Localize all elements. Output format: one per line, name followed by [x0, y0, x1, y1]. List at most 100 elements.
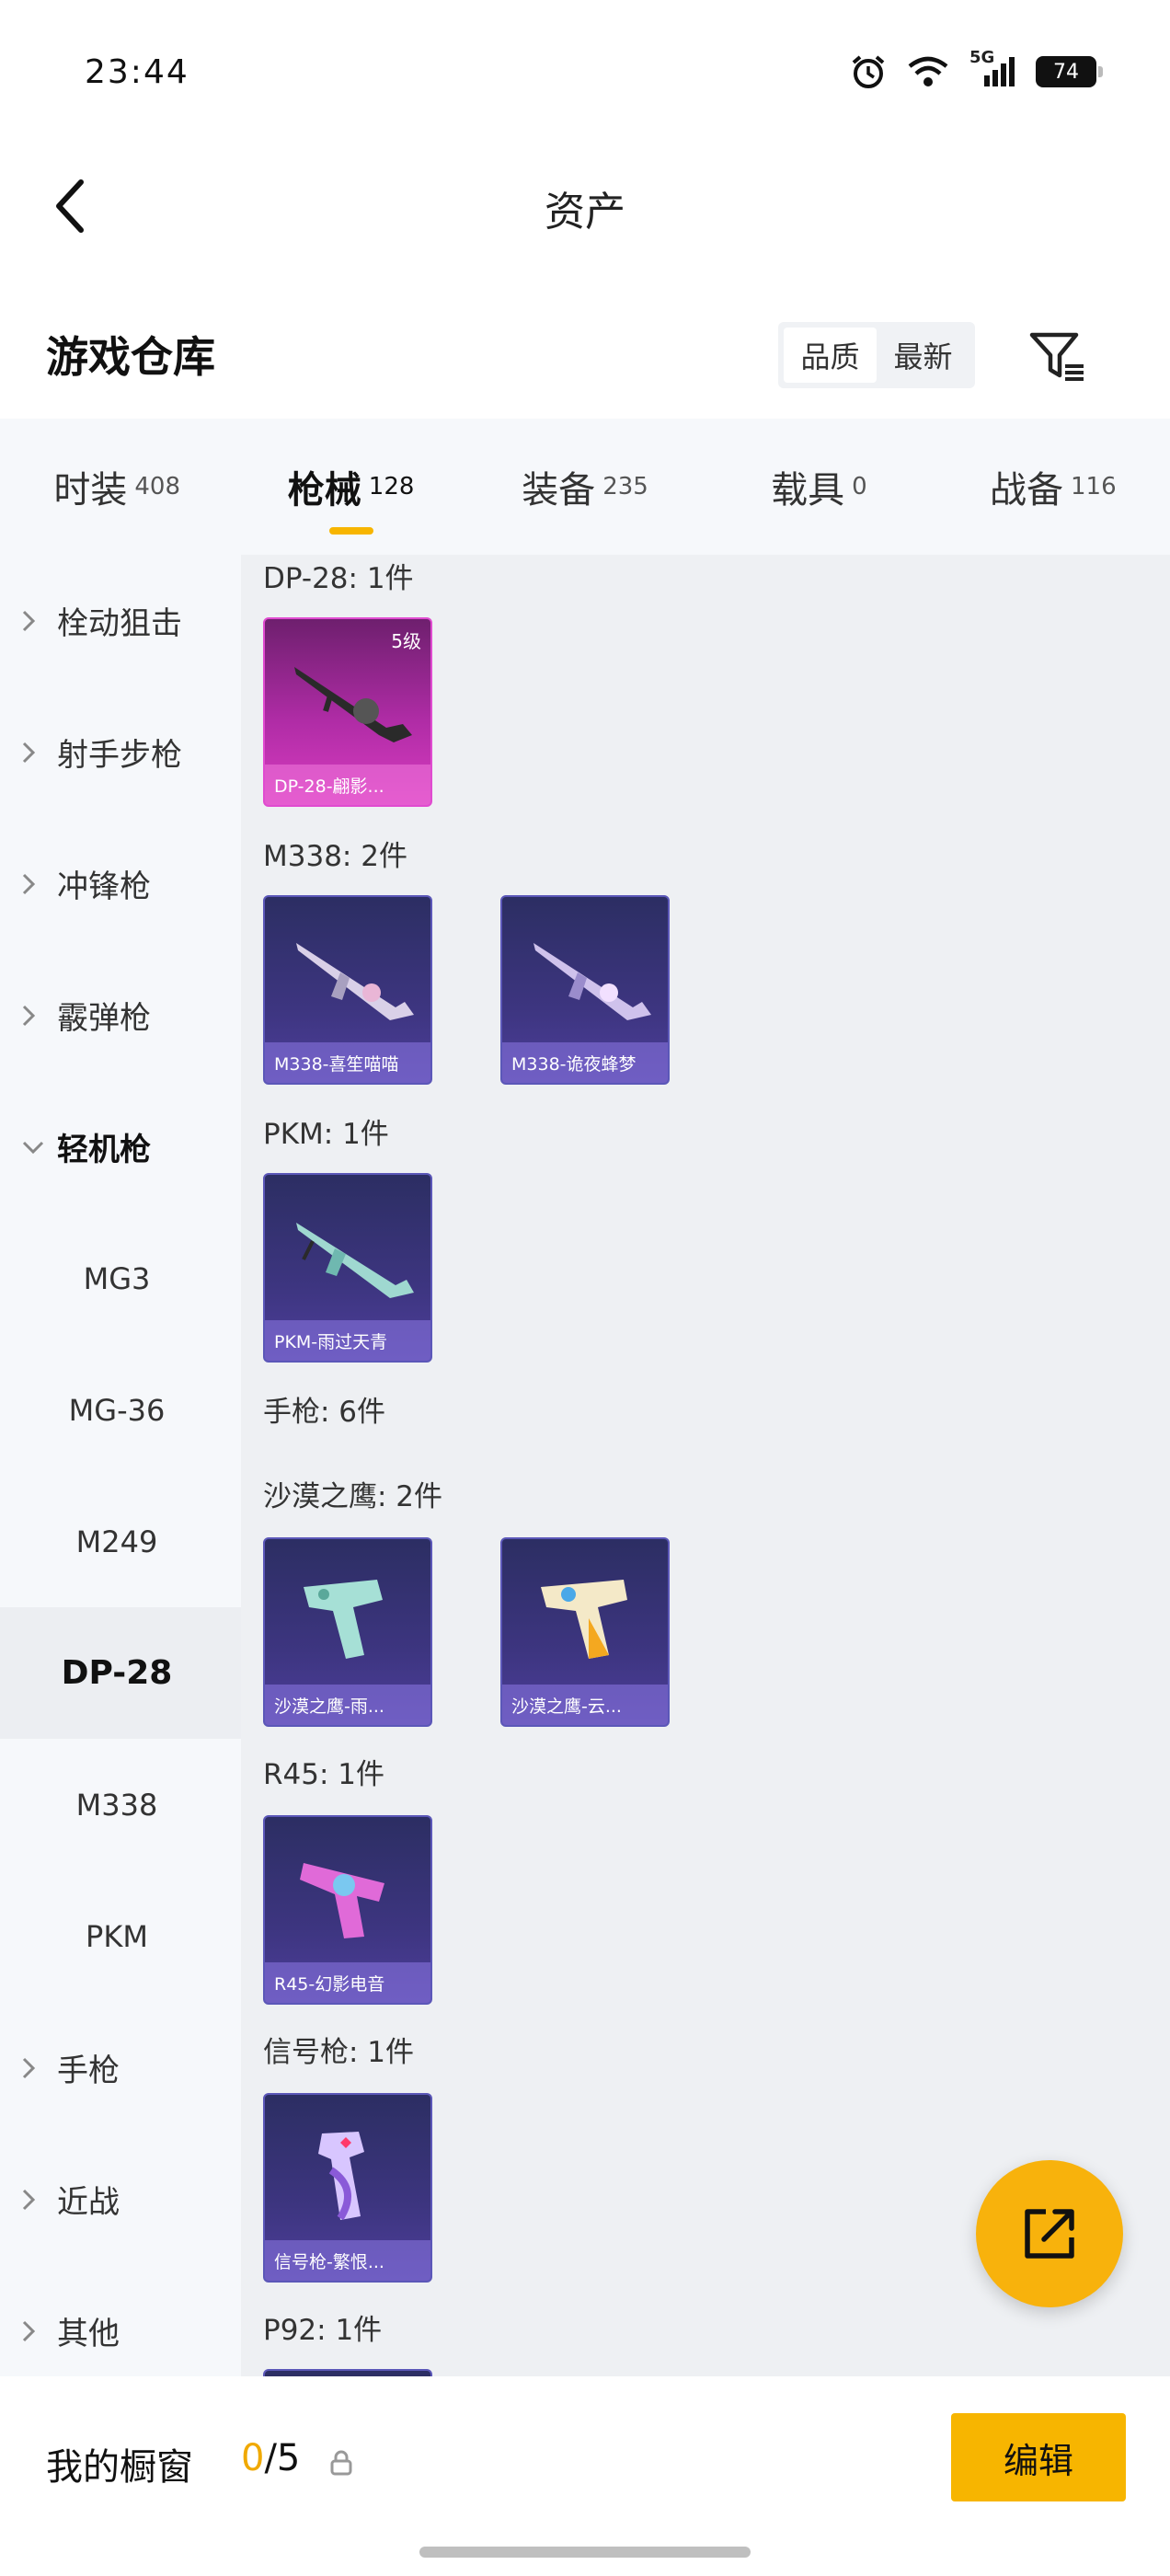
alarm-icon	[850, 53, 887, 90]
sidebar-item-bolt-sniper[interactable]: 栓动狙击	[0, 555, 241, 686]
pistol-skin-image	[541, 1580, 627, 1659]
lmg-skin-image	[296, 1223, 414, 1298]
sidebar-item-label: 近战	[57, 2184, 120, 2221]
status-bar: 23:44 5G 74	[0, 0, 1170, 147]
tab-vehicles[interactable]: 载具 0	[702, 419, 935, 555]
lock-icon	[330, 2450, 352, 2476]
weapon-card-caption: 沙漠之鹰-云...	[502, 1685, 668, 1725]
showcase-current: 0	[241, 2437, 265, 2479]
share-button[interactable]	[976, 2160, 1123, 2307]
chevron-right-icon	[22, 1005, 44, 1027]
chevron-right-icon	[22, 873, 44, 895]
sidebar-item-m338[interactable]: M338	[0, 1739, 241, 1870]
sidebar-item-mg3[interactable]: MG3	[0, 1213, 241, 1344]
sidebar-item-dp28[interactable]: DP-28	[0, 1607, 241, 1739]
weapon-card[interactable]: 5级 DP-28-翩影...	[263, 617, 432, 807]
showcase-total: /5	[264, 2437, 301, 2479]
weapon-card-caption: M338-喜笙喵喵	[265, 1042, 430, 1083]
warehouse-title: 游戏仓库	[46, 332, 215, 382]
tab-supplies[interactable]: 战备 116	[936, 419, 1170, 555]
wifi-icon	[907, 55, 949, 88]
showcase-count: 0/5	[241, 2437, 300, 2479]
tab-count: 128	[368, 473, 415, 500]
group-title: PKM: 1件	[263, 1118, 389, 1151]
sidebar-item-pkm[interactable]: PKM	[0, 1870, 241, 2002]
group-title: M338: 2件	[263, 840, 407, 873]
tab-label: 战备	[990, 469, 1063, 512]
group-title: 沙漠之鹰: 2件	[263, 1480, 443, 1513]
lmg-skin-image	[294, 667, 412, 742]
weapon-card[interactable]	[263, 2369, 432, 2376]
category-tabs: 时装 408 枪械 128 装备 235 载具 0 战备 116	[0, 419, 1170, 555]
weapon-category-sidebar: 栓动狙击 射手步枪 冲锋枪 霰弹枪 轻机枪 MG3 MG-36 M249 DP-…	[0, 555, 241, 2376]
share-icon	[1025, 2209, 1074, 2259]
weapon-card[interactable]: R45-幻影电音	[263, 1815, 432, 2005]
sidebar-item-shotgun[interactable]: 霰弹枪	[0, 949, 241, 1081]
sidebar-item-label: 射手步枪	[57, 737, 182, 774]
weapon-card[interactable]: PKM-雨过天青	[263, 1173, 432, 1363]
status-time: 23:44	[85, 53, 189, 91]
lmg-skin-image	[296, 943, 414, 1020]
chevron-down-icon	[22, 1141, 44, 1154]
filter-button[interactable]	[1021, 322, 1095, 392]
weapon-card-caption: M338-诡夜蜂梦	[502, 1042, 668, 1083]
status-icons: 5G 74	[850, 48, 1103, 90]
chevron-right-icon	[22, 2189, 44, 2211]
sidebar-item-mg36[interactable]: MG-36	[0, 1344, 241, 1476]
sidebar-item-pistol[interactable]: 手枪	[0, 2002, 241, 2133]
weapon-card-caption: 沙漠之鹰-雨...	[265, 1685, 430, 1725]
warehouse-bar: 游戏仓库 品质 最新	[0, 294, 1170, 414]
weapon-card-caption: R45-幻影电音	[265, 1962, 430, 2003]
tab-label: 装备	[522, 469, 596, 512]
sidebar-item-label: 冲锋枪	[57, 868, 151, 905]
sidebar-item-marksman-rifle[interactable]: 射手步枪	[0, 686, 241, 818]
tab-count: 408	[134, 473, 181, 500]
flare-gun-skin-image	[318, 2132, 364, 2221]
showcase-bar: 我的橱窗 0/5 编辑	[0, 2376, 1170, 2576]
chevron-right-icon	[22, 742, 44, 764]
group-title: 手枪: 6件	[263, 1396, 386, 1429]
sidebar-item-smg[interactable]: 冲锋枪	[0, 818, 241, 949]
tab-firearms[interactable]: 枪械 128	[234, 419, 467, 555]
tab-label: 时装	[53, 469, 128, 512]
weapon-card[interactable]: 沙漠之鹰-云...	[500, 1537, 670, 1727]
group-title: R45: 1件	[263, 1758, 385, 1791]
sidebar-item-melee[interactable]: 近战	[0, 2133, 241, 2265]
sidebar-item-label: 栓动狙击	[57, 605, 182, 642]
pistol-skin-image	[300, 1863, 384, 1938]
group-title: P92: 1件	[263, 2314, 383, 2347]
sidebar-item-label: 手枪	[57, 2053, 120, 2089]
chevron-right-icon	[22, 610, 44, 632]
showcase-label: 我的橱窗	[46, 2446, 193, 2489]
sort-by-newest-button[interactable]: 最新	[877, 328, 969, 383]
network-type: 5G	[969, 48, 995, 67]
tab-costume[interactable]: 时装 408	[0, 419, 234, 555]
tab-count: 0	[852, 473, 867, 500]
tab-count: 235	[602, 473, 648, 500]
tab-count: 116	[1071, 473, 1117, 500]
sidebar-item-lmg[interactable]: 轻机枪	[0, 1081, 241, 1213]
tab-label: 枪械	[287, 469, 361, 512]
battery-icon: 74	[1036, 56, 1103, 87]
group-title: 信号枪: 1件	[263, 2036, 415, 2069]
sidebar-item-m249[interactable]: M249	[0, 1476, 241, 1607]
chevron-right-icon	[22, 2320, 44, 2342]
weapon-card[interactable]: M338-喜笙喵喵	[263, 895, 432, 1085]
tab-label: 载具	[771, 469, 845, 512]
group-title: DP-28: 1件	[263, 562, 414, 595]
tab-equipment[interactable]: 装备 235	[468, 419, 702, 555]
page-title: 资产	[545, 189, 625, 236]
pistol-skin-image	[304, 1580, 383, 1659]
weapon-card-caption: PKM-雨过天青	[265, 1320, 430, 1361]
sort-toggle: 品质 最新	[778, 322, 975, 388]
weapon-card[interactable]: M338-诡夜蜂梦	[500, 895, 670, 1085]
sort-by-quality-button[interactable]: 品质	[784, 328, 877, 383]
weapon-card[interactable]: 沙漠之鹰-雨...	[263, 1537, 432, 1727]
sidebar-item-label: 其他	[57, 2316, 120, 2352]
weapon-card[interactable]: 信号枪-繁恨...	[263, 2093, 432, 2283]
cellular-signal-icon: 5G	[969, 48, 1015, 88]
sidebar-item-label: 轻机枪	[57, 1132, 151, 1168]
chevron-right-icon	[22, 2057, 44, 2079]
edit-button[interactable]: 编辑	[951, 2413, 1126, 2501]
home-indicator[interactable]	[419, 2547, 751, 2558]
